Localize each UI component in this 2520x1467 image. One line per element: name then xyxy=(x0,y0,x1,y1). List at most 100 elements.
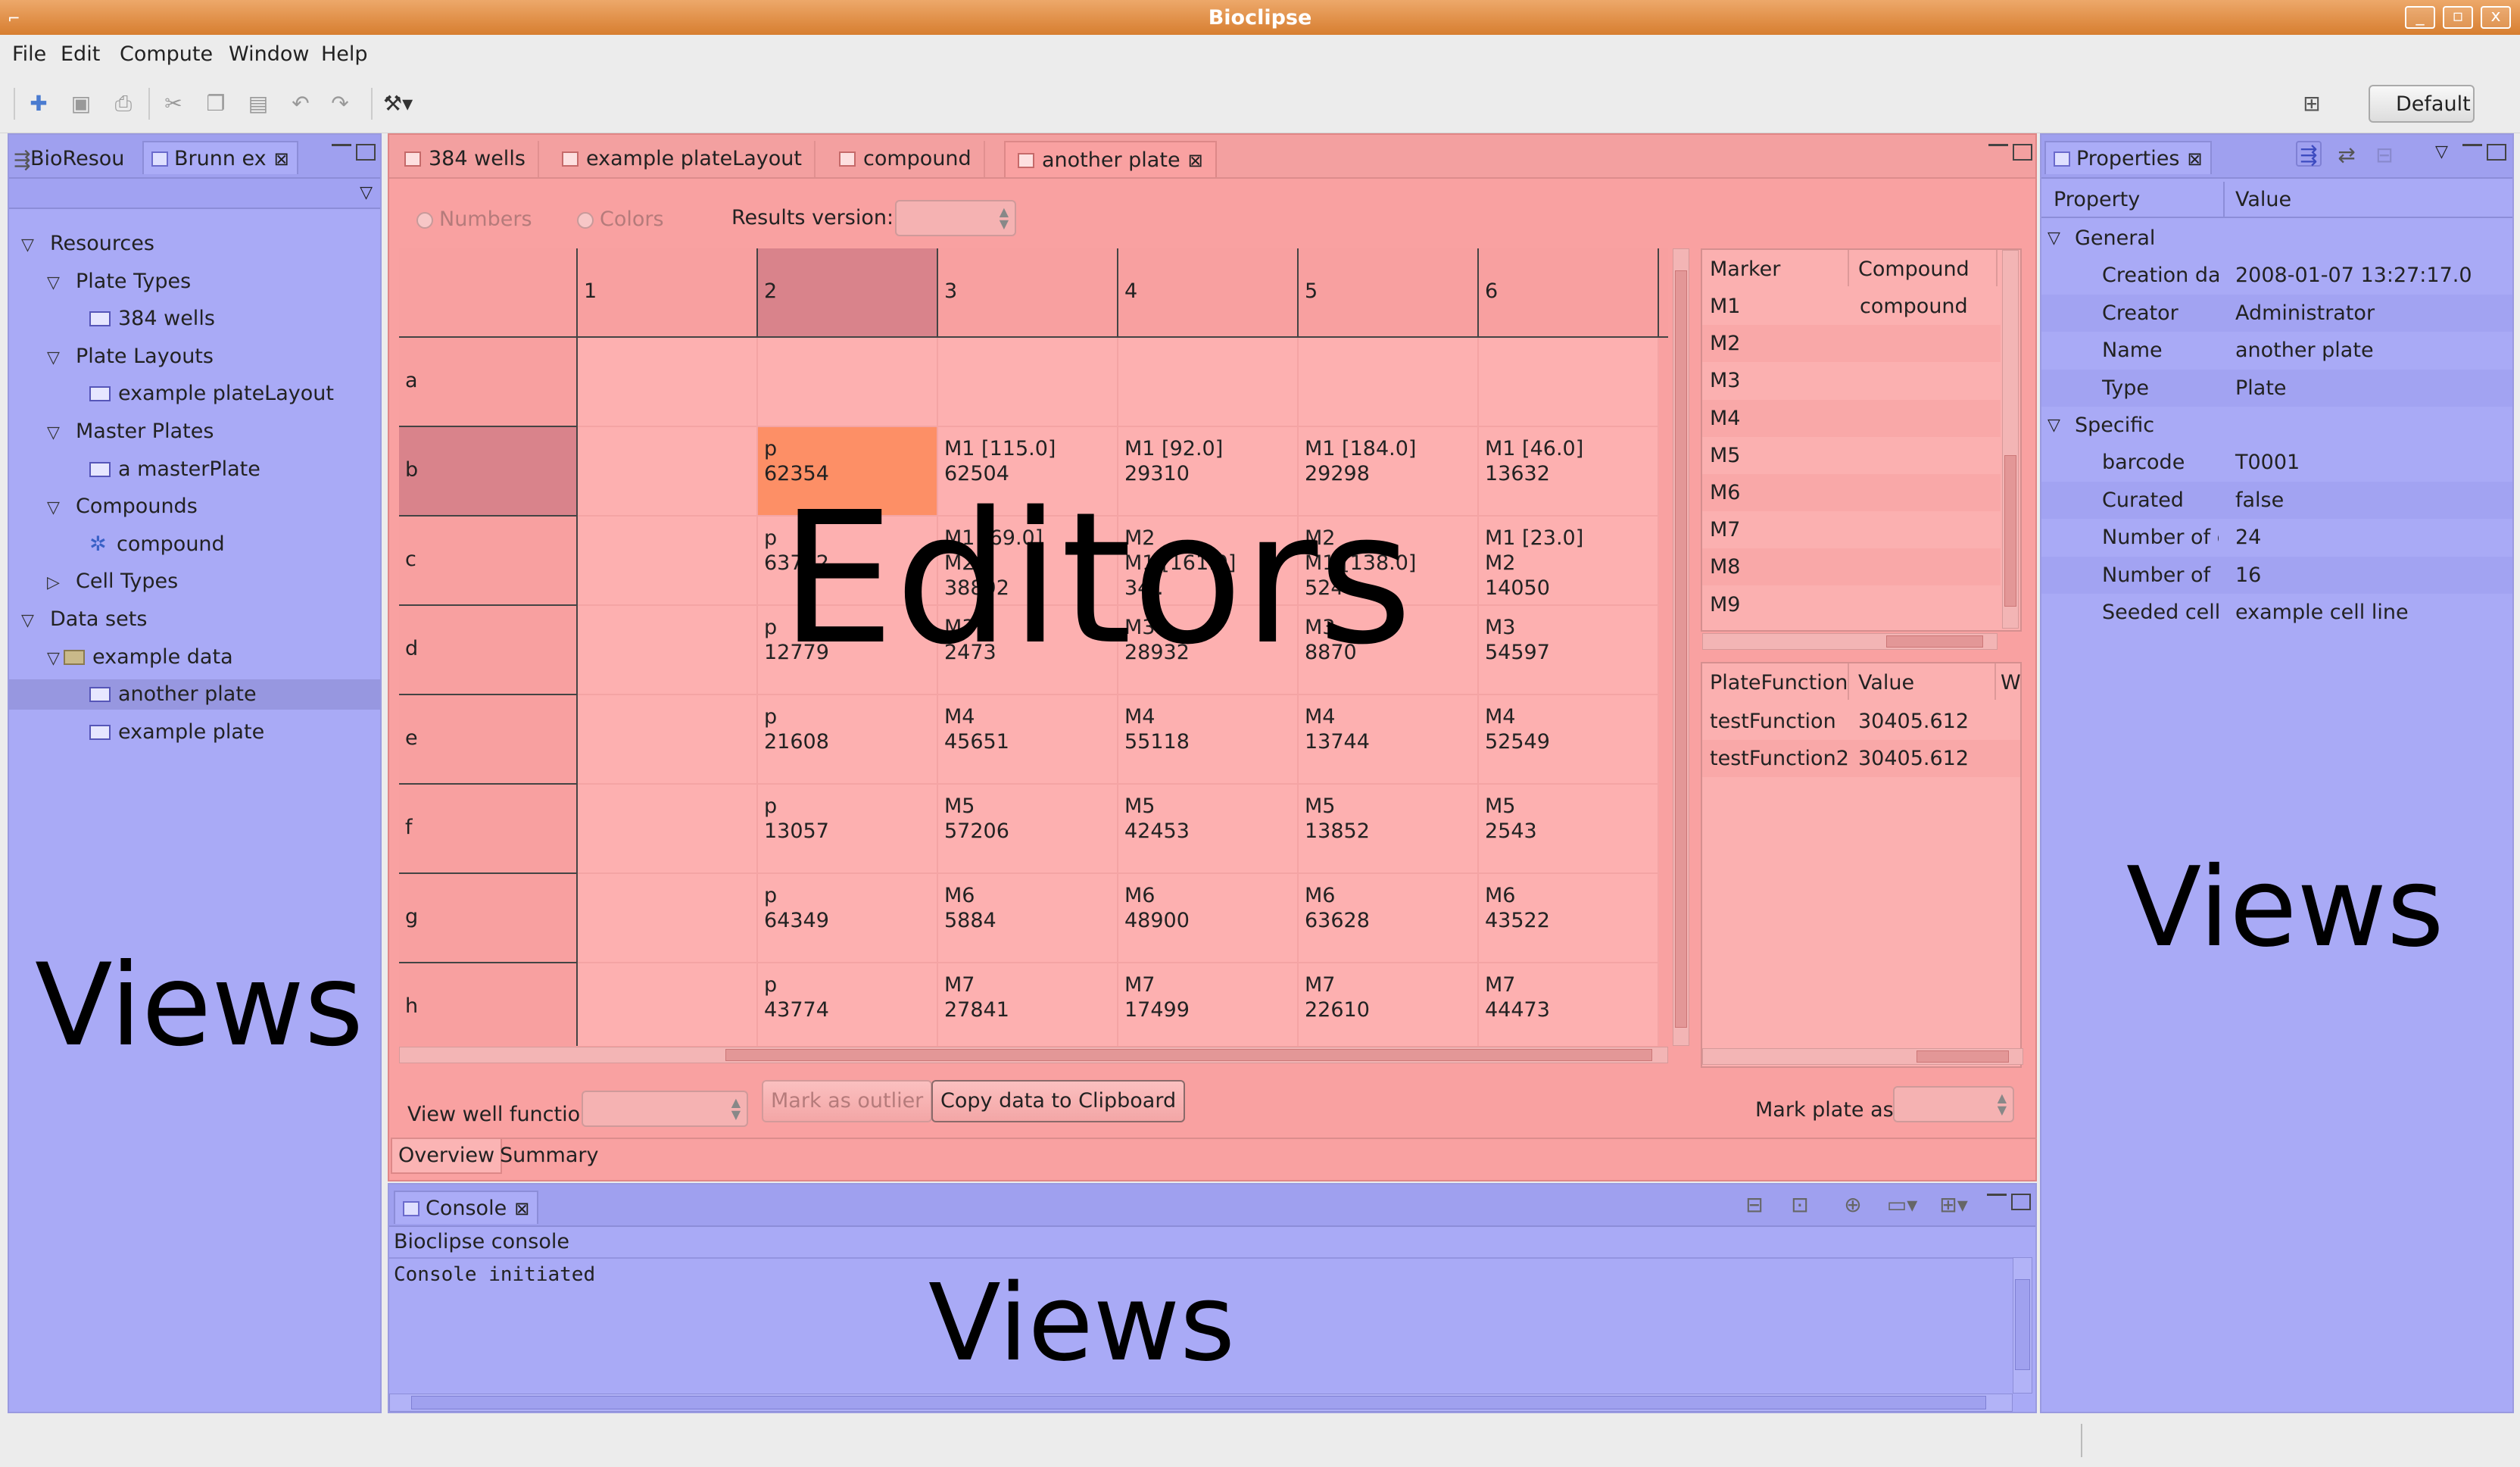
colors-radio[interactable]: Colors xyxy=(577,208,664,232)
well-cell[interactable]: M4 52549 xyxy=(1479,695,1659,785)
well-cell[interactable] xyxy=(1479,338,1659,427)
marker-row[interactable]: M8 xyxy=(1702,548,2001,586)
marker-row[interactable]: M7 xyxy=(1702,511,2001,548)
well-cell[interactable] xyxy=(578,874,758,963)
open-console-icon[interactable]: ⊞▾ xyxy=(1934,1192,1973,1218)
results-version-select[interactable]: ▲ ▼ xyxy=(895,200,1016,236)
menu-edit[interactable]: Edit xyxy=(61,42,100,67)
tree-item[interactable]: a masterPlate xyxy=(9,454,380,485)
value-column-header[interactable]: Value xyxy=(2235,188,2291,212)
view-well-function-select[interactable]: ▲ ▼ xyxy=(582,1091,748,1127)
copy-to-clipboard-button[interactable]: Copy data to Clipboard xyxy=(931,1080,1186,1122)
console-horizontal-scrollbar[interactable] xyxy=(389,1394,2013,1412)
well-cell[interactable]: M7 44473 xyxy=(1479,963,1659,1046)
restore-default-icon[interactable]: ⊟ xyxy=(2372,142,2397,168)
display-console-icon[interactable]: ▭▾ xyxy=(1882,1192,1922,1218)
property-column-header[interactable]: Property xyxy=(2054,188,2140,212)
column-header[interactable]: 1 xyxy=(578,248,758,338)
row-header[interactable]: g xyxy=(399,874,578,963)
tree-item[interactable]: ✲ compound xyxy=(9,529,380,560)
marker-row[interactable]: M6 xyxy=(1702,474,2001,511)
property-row[interactable]: barcode T0001 xyxy=(2041,444,2512,481)
collapse-icon[interactable]: ▽ xyxy=(2048,220,2060,257)
well-cell[interactable]: M6 48900 xyxy=(1118,874,1299,963)
close-icon[interactable]: ⊠ xyxy=(1188,150,1203,171)
well-cell[interactable] xyxy=(578,963,758,1046)
tab-bioresources[interactable]: ⇶BioResou xyxy=(14,141,124,174)
copy-icon[interactable]: ❐ xyxy=(203,91,229,117)
property-row[interactable]: Creator Administrator xyxy=(2041,294,2512,332)
expand-right-icon[interactable]: ▷ xyxy=(47,568,64,598)
marker-row[interactable]: M9 xyxy=(1702,586,2001,623)
tree-item[interactable]: another plate xyxy=(9,679,380,710)
menu-help[interactable]: Help xyxy=(321,42,368,67)
expand-down-icon[interactable]: ▽ xyxy=(47,343,64,373)
tree-item[interactable]: ▽ example data xyxy=(9,642,380,673)
redo-icon[interactable]: ↷ xyxy=(327,91,353,117)
property-row[interactable]: Name another plate xyxy=(2041,332,2512,369)
show-advanced-icon[interactable]: ⇄ xyxy=(2334,142,2359,168)
well-cell[interactable]: M5 57206 xyxy=(938,785,1118,874)
property-row[interactable]: Curated false xyxy=(2041,481,2512,519)
clear-console-icon[interactable]: ⊟ xyxy=(1742,1192,1767,1218)
marker-horizontal-scrollbar[interactable] xyxy=(1702,633,1998,650)
editor-tab-384-wells[interactable]: 384 wells xyxy=(392,141,539,177)
view-menu-icon[interactable]: ▽ xyxy=(360,183,373,203)
row-header[interactable]: e xyxy=(399,695,578,785)
well-cell[interactable]: M6 5884 xyxy=(938,874,1118,963)
well-cell[interactable]: M1 [23.0] M2 14050 xyxy=(1479,517,1659,606)
scroll-thumb[interactable] xyxy=(1675,270,1687,1028)
well-cell[interactable] xyxy=(578,427,758,517)
scroll-thumb[interactable] xyxy=(725,1049,1652,1061)
minimize-view-icon[interactable] xyxy=(332,144,351,151)
expand-down-icon[interactable]: ▽ xyxy=(47,418,64,448)
grid-vertical-scrollbar[interactable] xyxy=(1673,248,1689,1046)
tree-item[interactable]: ▽ Compounds xyxy=(9,492,380,522)
well-cell[interactable]: M6 43522 xyxy=(1479,874,1659,963)
view-menu-icon[interactable]: ▽ xyxy=(2435,142,2448,162)
numbers-radio[interactable]: Numbers xyxy=(416,208,532,232)
well-cell[interactable]: M6 63628 xyxy=(1299,874,1479,963)
expand-down-icon[interactable]: ▽ xyxy=(47,268,64,298)
editor-tab-compound[interactable]: compound xyxy=(827,141,985,177)
well-cell[interactable] xyxy=(578,606,758,695)
tree-item[interactable]: ▽ Master Plates xyxy=(9,417,380,447)
property-row[interactable]: Creation dat 2008-01-07 13:27:17.0 xyxy=(2041,257,2512,294)
paste-icon[interactable]: ▤ xyxy=(245,91,271,117)
property-row[interactable]: Number of r 16 xyxy=(2041,556,2512,594)
maximize-editor-icon[interactable] xyxy=(2013,144,2032,161)
function-row[interactable]: testFunction2 30405.612 xyxy=(1702,740,2020,777)
scroll-lock-icon[interactable]: ⊡ xyxy=(1787,1192,1813,1218)
print-icon[interactable]: ⎙ xyxy=(111,91,136,117)
well-cell[interactable]: M4 13744 xyxy=(1299,695,1479,785)
minimize-properties-icon[interactable] xyxy=(2462,144,2482,151)
row-header[interactable]: f xyxy=(399,785,578,874)
property-row[interactable]: Type Plate xyxy=(2041,369,2512,407)
well-cell[interactable] xyxy=(1299,338,1479,427)
row-header[interactable]: b xyxy=(399,427,578,517)
column-header[interactable] xyxy=(1659,248,1668,338)
tree-item[interactable]: ▽ Data sets xyxy=(9,604,380,635)
well-cell[interactable]: M3 54597 xyxy=(1479,606,1659,695)
well-cell[interactable]: p 13057 xyxy=(758,785,938,874)
tab-console[interactable]: Console ⊠ xyxy=(394,1191,539,1224)
tree-item[interactable]: example plate xyxy=(9,717,380,748)
tab-properties[interactable]: Properties ⊠ xyxy=(2044,141,2212,174)
expand-down-icon[interactable]: ▽ xyxy=(21,606,38,636)
well-cell[interactable] xyxy=(578,517,758,606)
tab-overview[interactable]: Overview xyxy=(391,1139,503,1175)
undo-icon[interactable]: ↶ xyxy=(288,91,313,117)
marker-row[interactable]: M1 compound xyxy=(1702,288,2001,325)
minimize-editor-icon[interactable] xyxy=(1988,144,2008,151)
expand-down-icon[interactable]: ▽ xyxy=(47,493,64,523)
well-cell[interactable] xyxy=(578,785,758,874)
minimize-button[interactable]: _ xyxy=(2405,6,2435,29)
grid-horizontal-scrollbar[interactable] xyxy=(399,1047,1668,1063)
mark-plate-select[interactable]: ▲ ▼ xyxy=(1893,1086,2014,1122)
well-cell[interactable]: M5 2543 xyxy=(1479,785,1659,874)
marker-row[interactable]: M4 xyxy=(1702,399,2001,437)
column-header[interactable]: 4 xyxy=(1118,248,1299,338)
cut-icon[interactable]: ✂ xyxy=(161,91,186,117)
column-header[interactable]: 5 xyxy=(1299,248,1479,338)
well-cell[interactable] xyxy=(578,338,758,427)
